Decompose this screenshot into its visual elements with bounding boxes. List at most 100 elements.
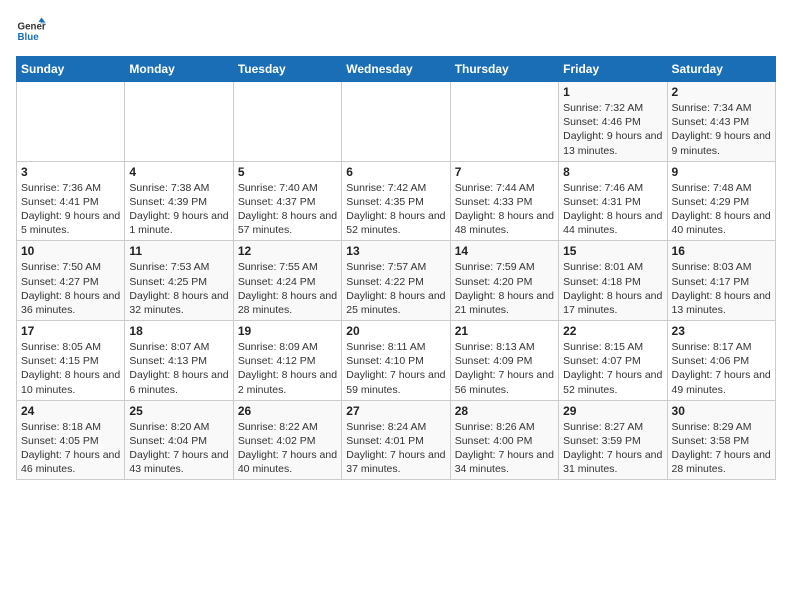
calendar-cell: 28Sunrise: 8:26 AM Sunset: 4:00 PM Dayli… (450, 400, 558, 480)
day-info: Sunrise: 8:22 AM Sunset: 4:02 PM Dayligh… (238, 420, 337, 477)
calendar-cell: 13Sunrise: 7:57 AM Sunset: 4:22 PM Dayli… (342, 241, 450, 321)
day-number: 15 (563, 244, 662, 258)
calendar-cell (450, 82, 558, 162)
day-info: Sunrise: 8:20 AM Sunset: 4:04 PM Dayligh… (129, 420, 228, 477)
week-row-1: 1Sunrise: 7:32 AM Sunset: 4:46 PM Daylig… (17, 82, 776, 162)
day-info: Sunrise: 7:34 AM Sunset: 4:43 PM Dayligh… (672, 101, 771, 158)
calendar-cell: 22 Sunrise: 8:15 AM Sunset: 4:07 PM Dayli… (559, 321, 667, 401)
calendar-cell: 27 Sunrise: 8:24 AM Sunset: 4:01 PM Dayli… (342, 400, 450, 480)
calendar-cell: 15 Sunrise: 8:01 AM Sunset: 4:18 PM Dayli… (559, 241, 667, 321)
calendar-cell: 4 Sunrise: 7:38 AM Sunset: 4:39 PM Daylig… (125, 161, 233, 241)
day-number: 22 (563, 324, 662, 338)
calendar-cell: 11 Sunrise: 7:53 AM Sunset: 4:25 PM Dayli… (125, 241, 233, 321)
calendar-cell: 18Sunrise: 8:07 AM Sunset: 4:13 PM Dayli… (125, 321, 233, 401)
weekday-header-monday: Monday (125, 57, 233, 82)
day-number: 24 (21, 404, 120, 418)
calendar-cell: 23Sunrise: 8:17 AM Sunset: 4:06 PM Dayli… (667, 321, 775, 401)
day-number: 3 (21, 165, 120, 179)
calendar-cell: 16 Sunrise: 8:03 AM Sunset: 4:17 PM Dayli… (667, 241, 775, 321)
calendar-cell: 7 Sunrise: 7:44 AM Sunset: 4:33 PM Daylig… (450, 161, 558, 241)
calendar-cell: 25 Sunrise: 8:20 AM Sunset: 4:04 PM Dayli… (125, 400, 233, 480)
day-number: 20 (346, 324, 445, 338)
header: General Blue (16, 16, 776, 46)
weekday-header-row: SundayMondayTuesdayWednesdayThursdayFrid… (17, 57, 776, 82)
day-info: Sunrise: 8:18 AM Sunset: 4:05 PM Dayligh… (21, 420, 120, 477)
day-number: 23 (672, 324, 771, 338)
day-number: 5 (238, 165, 337, 179)
calendar-cell: 3 Sunrise: 7:36 AM Sunset: 4:41 PM Daylig… (17, 161, 125, 241)
day-number: 29 (563, 404, 662, 418)
day-info: Sunrise: 7:36 AM Sunset: 4:41 PM Dayligh… (21, 181, 120, 238)
day-info: Sunrise: 8:27 AM Sunset: 3:59 PM Dayligh… (563, 420, 662, 477)
day-info: Sunrise: 8:05 AM Sunset: 4:15 PM Dayligh… (21, 340, 120, 397)
day-number: 7 (455, 165, 554, 179)
day-number: 19 (238, 324, 337, 338)
calendar-cell: 29 Sunrise: 8:27 AM Sunset: 3:59 PM Dayli… (559, 400, 667, 480)
day-number: 27 (346, 404, 445, 418)
day-number: 1 (563, 85, 662, 99)
calendar-cell (125, 82, 233, 162)
week-row-3: 10 Sunrise: 7:50 AM Sunset: 4:27 PM Dayli… (17, 241, 776, 321)
day-info: Sunrise: 7:55 AM Sunset: 4:24 PM Dayligh… (238, 260, 337, 317)
day-number: 2 (672, 85, 771, 99)
weekday-header-tuesday: Tuesday (233, 57, 341, 82)
day-info: Sunrise: 7:44 AM Sunset: 4:33 PM Dayligh… (455, 181, 554, 238)
calendar-cell: 17 Sunrise: 8:05 AM Sunset: 4:15 PM Dayli… (17, 321, 125, 401)
day-info: Sunrise: 7:50 AM Sunset: 4:27 PM Dayligh… (21, 260, 120, 317)
weekday-header-sunday: Sunday (17, 57, 125, 82)
day-info: Sunrise: 7:46 AM Sunset: 4:31 PM Dayligh… (563, 181, 662, 238)
calendar-cell: 12Sunrise: 7:55 AM Sunset: 4:24 PM Dayli… (233, 241, 341, 321)
day-number: 26 (238, 404, 337, 418)
calendar-cell: 14 Sunrise: 7:59 AM Sunset: 4:20 PM Dayli… (450, 241, 558, 321)
calendar-cell (17, 82, 125, 162)
calendar-cell (233, 82, 341, 162)
day-info: Sunrise: 8:15 AM Sunset: 4:07 PM Dayligh… (563, 340, 662, 397)
day-info: Sunrise: 8:29 AM Sunset: 3:58 PM Dayligh… (672, 420, 771, 477)
calendar-cell: 19 Sunrise: 8:09 AM Sunset: 4:12 PM Dayli… (233, 321, 341, 401)
calendar: SundayMondayTuesdayWednesdayThursdayFrid… (16, 56, 776, 480)
weekday-header-wednesday: Wednesday (342, 57, 450, 82)
calendar-cell: 1Sunrise: 7:32 AM Sunset: 4:46 PM Daylig… (559, 82, 667, 162)
day-number: 8 (563, 165, 662, 179)
calendar-cell: 10 Sunrise: 7:50 AM Sunset: 4:27 PM Dayli… (17, 241, 125, 321)
day-info: Sunrise: 7:53 AM Sunset: 4:25 PM Dayligh… (129, 260, 228, 317)
day-number: 4 (129, 165, 228, 179)
calendar-cell: 6Sunrise: 7:42 AM Sunset: 4:35 PM Daylig… (342, 161, 450, 241)
calendar-cell (342, 82, 450, 162)
day-info: Sunrise: 7:42 AM Sunset: 4:35 PM Dayligh… (346, 181, 445, 238)
day-number: 10 (21, 244, 120, 258)
day-info: Sunrise: 7:40 AM Sunset: 4:37 PM Dayligh… (238, 181, 337, 238)
day-info: Sunrise: 7:48 AM Sunset: 4:29 PM Dayligh… (672, 181, 771, 238)
weekday-header-friday: Friday (559, 57, 667, 82)
page: General Blue SundayMondayTuesdayWednesda… (0, 0, 792, 612)
day-number: 21 (455, 324, 554, 338)
day-info: Sunrise: 8:24 AM Sunset: 4:01 PM Dayligh… (346, 420, 445, 477)
week-row-4: 17 Sunrise: 8:05 AM Sunset: 4:15 PM Dayli… (17, 321, 776, 401)
day-number: 25 (129, 404, 228, 418)
day-info: Sunrise: 8:09 AM Sunset: 4:12 PM Dayligh… (238, 340, 337, 397)
calendar-cell: 5 Sunrise: 7:40 AM Sunset: 4:37 PM Daylig… (233, 161, 341, 241)
day-number: 16 (672, 244, 771, 258)
day-info: Sunrise: 8:03 AM Sunset: 4:17 PM Dayligh… (672, 260, 771, 317)
day-info: Sunrise: 8:13 AM Sunset: 4:09 PM Dayligh… (455, 340, 554, 397)
day-info: Sunrise: 8:07 AM Sunset: 4:13 PM Dayligh… (129, 340, 228, 397)
logo-icon: General Blue (16, 16, 46, 46)
day-info: Sunrise: 8:01 AM Sunset: 4:18 PM Dayligh… (563, 260, 662, 317)
logo: General Blue (16, 16, 50, 46)
weekday-header-saturday: Saturday (667, 57, 775, 82)
day-number: 9 (672, 165, 771, 179)
day-info: Sunrise: 7:38 AM Sunset: 4:39 PM Dayligh… (129, 181, 228, 238)
day-number: 17 (21, 324, 120, 338)
day-info: Sunrise: 7:59 AM Sunset: 4:20 PM Dayligh… (455, 260, 554, 317)
day-number: 28 (455, 404, 554, 418)
calendar-cell: 24 Sunrise: 8:18 AM Sunset: 4:05 PM Dayli… (17, 400, 125, 480)
svg-text:Blue: Blue (18, 32, 40, 43)
calendar-cell: 21 Sunrise: 8:13 AM Sunset: 4:09 PM Dayli… (450, 321, 558, 401)
calendar-cell: 2 Sunrise: 7:34 AM Sunset: 4:43 PM Daylig… (667, 82, 775, 162)
calendar-cell: 8 Sunrise: 7:46 AM Sunset: 4:31 PM Daylig… (559, 161, 667, 241)
day-info: Sunrise: 8:11 AM Sunset: 4:10 PM Dayligh… (346, 340, 445, 397)
day-number: 11 (129, 244, 228, 258)
day-info: Sunrise: 7:57 AM Sunset: 4:22 PM Dayligh… (346, 260, 445, 317)
weekday-header-thursday: Thursday (450, 57, 558, 82)
day-number: 14 (455, 244, 554, 258)
